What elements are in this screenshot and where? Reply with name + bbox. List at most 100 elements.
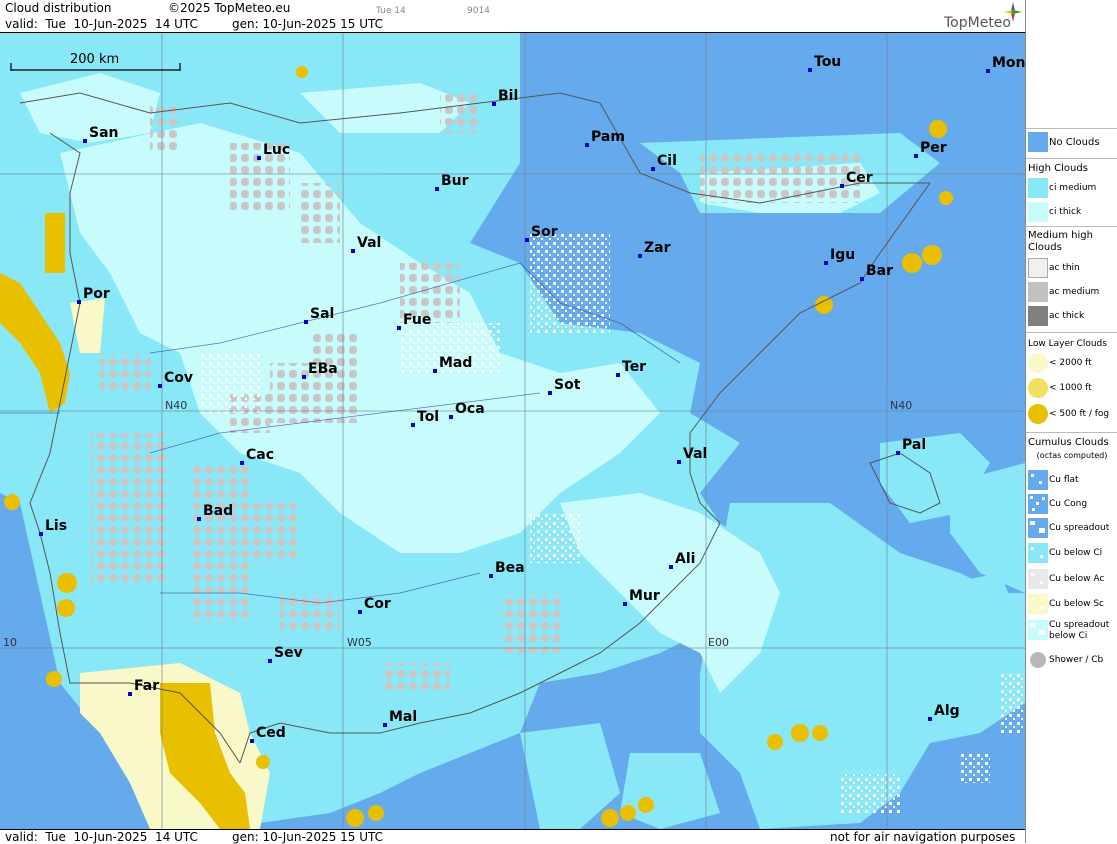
legend-swatch bbox=[1028, 543, 1048, 563]
city-label[interactable]: Bur bbox=[441, 174, 469, 188]
city-label[interactable]: Luc bbox=[263, 143, 290, 157]
city-label[interactable]: Pam bbox=[591, 130, 625, 144]
city-label[interactable]: Cov bbox=[164, 371, 193, 385]
city-label[interactable]: Val bbox=[683, 447, 707, 461]
map-title: Cloud distribution bbox=[5, 1, 112, 15]
legend-label: < 2000 ft bbox=[1049, 358, 1092, 368]
legend-label: Cu below Sc bbox=[1049, 599, 1104, 609]
city-label[interactable]: Mal bbox=[389, 710, 417, 724]
legend-swatch bbox=[1028, 569, 1048, 589]
city-marker bbox=[250, 739, 254, 743]
city-label[interactable]: Sal bbox=[310, 307, 334, 321]
city-label[interactable]: Bar bbox=[866, 264, 893, 278]
city-label[interactable]: Sev bbox=[274, 646, 303, 660]
legend-label: No Clouds bbox=[1049, 137, 1100, 148]
compass-icon bbox=[1004, 2, 1022, 22]
city-marker bbox=[435, 187, 439, 191]
city-label[interactable]: Cac bbox=[246, 448, 274, 462]
valid-time: valid: Tue 10-Jun-2025 14 UTC bbox=[5, 17, 198, 31]
cloud-map-canvas bbox=[0, 33, 1025, 829]
city-label[interactable]: Far bbox=[134, 679, 159, 693]
legend-panel: No Clouds High Clouds ci medium ci thick… bbox=[1025, 0, 1117, 843]
legend-label: Cu below Ci bbox=[1049, 548, 1103, 558]
city-label[interactable]: Mon bbox=[992, 56, 1025, 70]
city-marker bbox=[677, 460, 681, 464]
legend-cumulus-subtitle: (octas computed) bbox=[1036, 451, 1108, 460]
city-marker bbox=[302, 375, 306, 379]
city-label[interactable]: Pal bbox=[902, 438, 926, 452]
city-marker bbox=[128, 692, 132, 696]
city-label[interactable]: Mad bbox=[439, 356, 472, 370]
legend-swatch bbox=[1028, 404, 1048, 424]
city-marker bbox=[433, 369, 437, 373]
city-label[interactable]: Por bbox=[83, 287, 110, 301]
city-marker bbox=[358, 610, 362, 614]
city-marker bbox=[304, 320, 308, 324]
city-label[interactable]: Cer bbox=[846, 171, 873, 185]
legend-swatch bbox=[1028, 178, 1048, 198]
city-marker bbox=[257, 156, 261, 160]
city-label[interactable]: Zar bbox=[644, 241, 671, 255]
city-label[interactable]: Tou bbox=[814, 55, 841, 69]
city-marker bbox=[824, 261, 828, 265]
footer-generated-time: gen: 10-Jun-2025 15 UTC bbox=[232, 830, 384, 844]
city-marker bbox=[914, 154, 918, 158]
city-marker bbox=[411, 423, 415, 427]
run-code: 9014 bbox=[467, 6, 490, 16]
city-label[interactable]: Bea bbox=[495, 561, 525, 575]
legend-low-title: Low Layer Clouds bbox=[1028, 339, 1107, 349]
legend-high-title: High Clouds bbox=[1028, 163, 1088, 174]
grid-label-n40-left: N40 bbox=[165, 399, 188, 412]
city-label[interactable]: Bil bbox=[498, 89, 518, 103]
legend-label: Cu Cong bbox=[1049, 499, 1088, 509]
step-label: Tue 14 bbox=[376, 6, 406, 16]
cloud-map[interactable]: 200 km N40 N40 W05 E00 10 San Luc Bil Pam Ci… bbox=[0, 33, 1025, 829]
city-label[interactable]: Mur bbox=[629, 589, 660, 603]
city-marker bbox=[77, 300, 81, 304]
legend-swatch bbox=[1028, 306, 1048, 326]
legend-swatch bbox=[1028, 353, 1048, 373]
city-label[interactable]: Oca bbox=[455, 402, 485, 416]
city-label[interactable]: Igu bbox=[830, 248, 855, 262]
grid-label-n40-right: N40 bbox=[890, 399, 913, 412]
city-marker bbox=[83, 139, 87, 143]
legend-label: ci medium bbox=[1049, 183, 1097, 193]
city-label[interactable]: Cil bbox=[657, 154, 677, 168]
city-label[interactable]: Ter bbox=[622, 360, 646, 374]
legend-swatch bbox=[1028, 594, 1048, 614]
legend-swatch bbox=[1028, 494, 1048, 514]
city-label[interactable]: Cor bbox=[364, 597, 391, 611]
city-marker bbox=[449, 415, 453, 419]
city-label[interactable]: Sot bbox=[554, 378, 580, 392]
topmeteo-logo[interactable]: TopMeteo bbox=[925, 0, 1025, 32]
city-label[interactable]: EBa bbox=[308, 362, 338, 376]
city-label[interactable]: Sor bbox=[531, 225, 558, 239]
city-marker bbox=[616, 373, 620, 377]
city-marker bbox=[623, 602, 627, 606]
city-label[interactable]: Bad bbox=[203, 504, 233, 518]
city-marker bbox=[808, 68, 812, 72]
city-marker bbox=[383, 723, 387, 727]
city-marker bbox=[548, 391, 552, 395]
legend-label: Cu spreadout bbox=[1049, 523, 1110, 533]
city-marker bbox=[986, 69, 990, 73]
city-label[interactable]: San bbox=[89, 126, 119, 140]
legend-label: ac thin bbox=[1049, 263, 1080, 273]
city-label[interactable]: Fue bbox=[403, 313, 431, 327]
city-label[interactable]: Tol bbox=[417, 410, 439, 424]
city-label[interactable]: Lis bbox=[45, 519, 67, 533]
city-label[interactable]: Ced bbox=[256, 726, 286, 740]
legend-swatch bbox=[1028, 650, 1048, 670]
city-marker bbox=[39, 532, 43, 536]
city-label[interactable]: Alg bbox=[934, 704, 960, 718]
grid-label-w05: W05 bbox=[347, 636, 372, 649]
city-label[interactable]: Val bbox=[357, 236, 381, 250]
city-marker bbox=[840, 184, 844, 188]
legend-swatch bbox=[1028, 258, 1048, 278]
city-label[interactable]: Ali bbox=[675, 552, 695, 566]
grid-label-w10: 10 bbox=[3, 636, 17, 649]
legend-swatch bbox=[1028, 132, 1048, 152]
city-label[interactable]: Per bbox=[920, 141, 947, 155]
header-bar: Cloud distribution ©2025 TopMeteo.eu Tue… bbox=[0, 0, 1025, 33]
legend-swatch bbox=[1028, 518, 1048, 538]
